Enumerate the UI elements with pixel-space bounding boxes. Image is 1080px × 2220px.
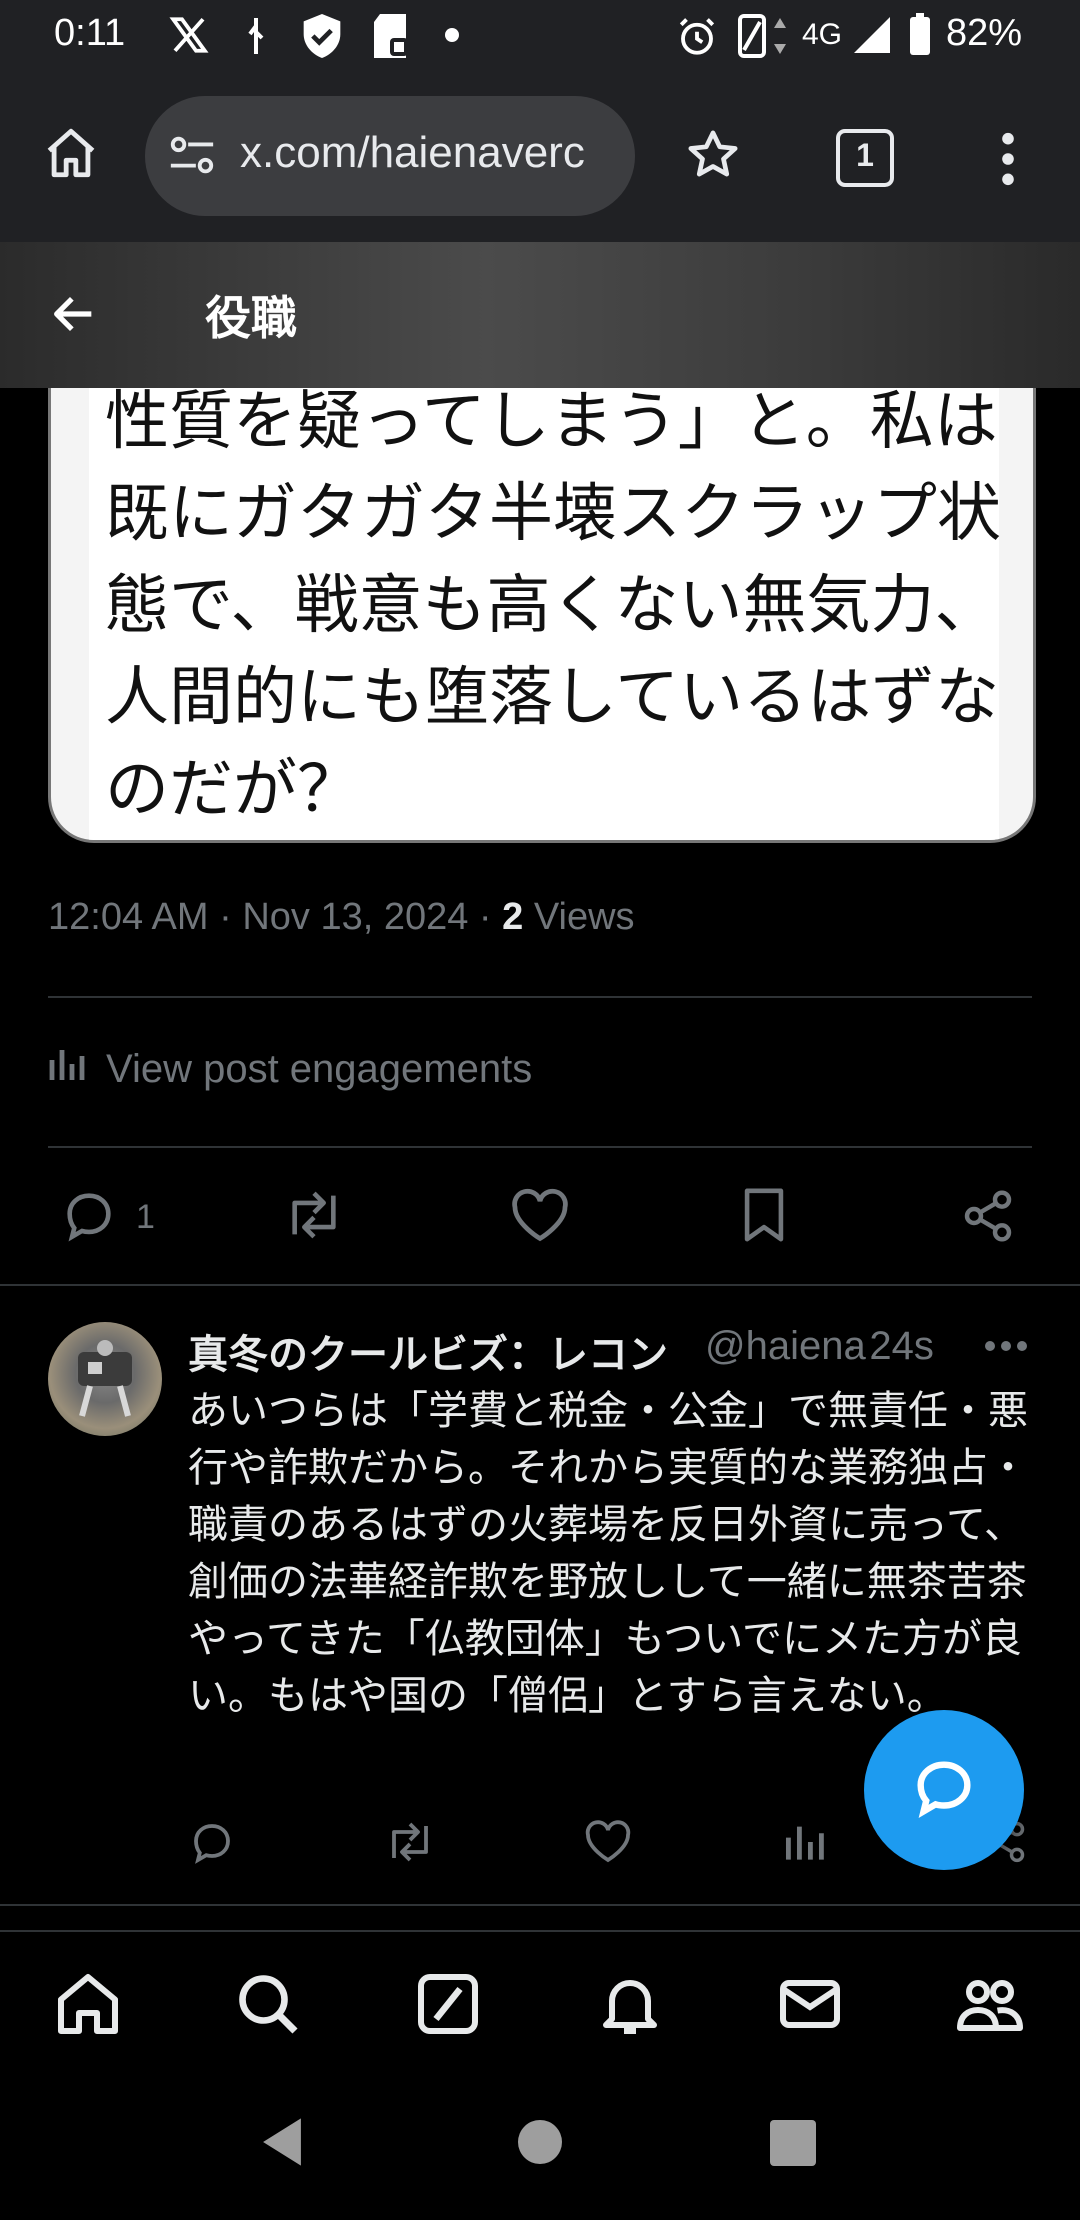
page-header: 役職 [0, 242, 1080, 388]
network-type: 4G [802, 18, 843, 51]
bottom-navigation [0, 1930, 1080, 2072]
battery-percent: 82% [946, 12, 1023, 54]
more-horiz-icon[interactable] [984, 1338, 1028, 1359]
divider [48, 996, 1032, 998]
reply-icon[interactable] [188, 1818, 236, 1871]
status-bar: 0:11 4G 82% [0, 0, 1080, 72]
analytics-icon[interactable] [784, 1818, 828, 1871]
divider [48, 1146, 1032, 1148]
share-icon[interactable] [960, 1188, 1016, 1249]
divider [0, 1904, 1080, 1906]
analytics-icon [48, 1044, 88, 1094]
system-home-icon[interactable] [518, 2120, 562, 2164]
reply-icon [60, 1186, 118, 1249]
shield-check-icon [300, 12, 344, 65]
reply-button[interactable]: 1 [60, 1186, 155, 1249]
like-heart-icon[interactable] [584, 1820, 632, 1869]
system-navigation [0, 2070, 1080, 2220]
signal-icon [852, 14, 892, 61]
home-icon[interactable] [36, 118, 106, 188]
bookmark-star-icon[interactable] [680, 122, 746, 188]
nav-grok-icon[interactable] [412, 1968, 484, 2045]
more-vert-icon[interactable] [996, 130, 1020, 193]
post-timestamp[interactable]: 12:04 AM · Nov 13, 2024 · [48, 896, 502, 938]
nav-home-icon[interactable] [52, 1968, 124, 2045]
reply-text: あいつらは「学費と税金・公金」で無責任・悪行や詐欺だから。それから実質的な業務独… [188, 1388, 1028, 1719]
avatar[interactable] [48, 1322, 162, 1436]
url-bar[interactable]: x.com/haienaverc [145, 96, 635, 216]
back-arrow-icon[interactable] [48, 288, 100, 345]
views-count: 2 [502, 896, 524, 938]
repost-icon[interactable] [282, 1186, 346, 1249]
site-settings-icon[interactable] [167, 134, 217, 183]
dot-icon [445, 28, 459, 42]
nav-communities-icon[interactable] [954, 1968, 1026, 2045]
divider [0, 1284, 1080, 1286]
nav-search-icon[interactable] [232, 1968, 304, 2045]
like-heart-icon[interactable] [510, 1188, 570, 1249]
tab-switcher-button[interactable]: 1 [836, 129, 894, 187]
status-time: 0:11 [54, 12, 126, 54]
reply-author-handle[interactable]: @haiena [705, 1324, 866, 1369]
post-meta: 12:04 AM · Nov 13, 2024 · 2 Views [48, 896, 635, 939]
battery-icon [908, 12, 932, 63]
compose-reply-button[interactable] [864, 1710, 1024, 1870]
alarm-icon [676, 16, 718, 63]
usb-icon [243, 16, 269, 61]
data-arrows-icon [772, 16, 788, 61]
x-logo-icon [168, 14, 210, 61]
view-engagements-link[interactable]: View post engagements [48, 1044, 532, 1094]
vibrate-icon [735, 14, 769, 63]
nav-notifications-icon[interactable] [594, 1968, 666, 2045]
nav-messages-icon[interactable] [774, 1968, 846, 2045]
reply-author-name[interactable]: 真冬のクールビズ：レコン [188, 1322, 668, 1380]
system-recents-icon[interactable] [770, 2120, 816, 2166]
post-image-text: 性質を疑ってしまう」と。私は既にガタガタ半壊スクラップ状態で、戦意も高くない無気… [105, 388, 1001, 827]
chat-bubble-icon [909, 1753, 979, 1828]
post-image[interactable]: 性質を疑ってしまう」と。私は既にガタガタ半壊スクラップ状態で、戦意も高くない無気… [48, 388, 1036, 843]
system-back-icon[interactable] [258, 2116, 306, 2173]
page-title: 役職 [205, 292, 297, 344]
post-image-content: 性質を疑ってしまう」と。私は既にガタガタ半壊スクラップ状態で、戦意も高くない無気… [89, 388, 1001, 840]
tab-count: 1 [856, 137, 874, 173]
reply-count: 1 [136, 1198, 155, 1236]
browser-toolbar: x.com/haienaverc 1 [0, 72, 1080, 242]
views-label: Views [523, 896, 635, 938]
url-text[interactable]: x.com/haienaverc [240, 128, 615, 178]
reply-time[interactable]: · 24s [845, 1324, 934, 1369]
bookmark-icon[interactable] [738, 1186, 790, 1249]
repost-icon[interactable] [384, 1818, 436, 1871]
sd-card-icon [370, 12, 410, 65]
engagements-label: View post engagements [106, 1046, 533, 1091]
